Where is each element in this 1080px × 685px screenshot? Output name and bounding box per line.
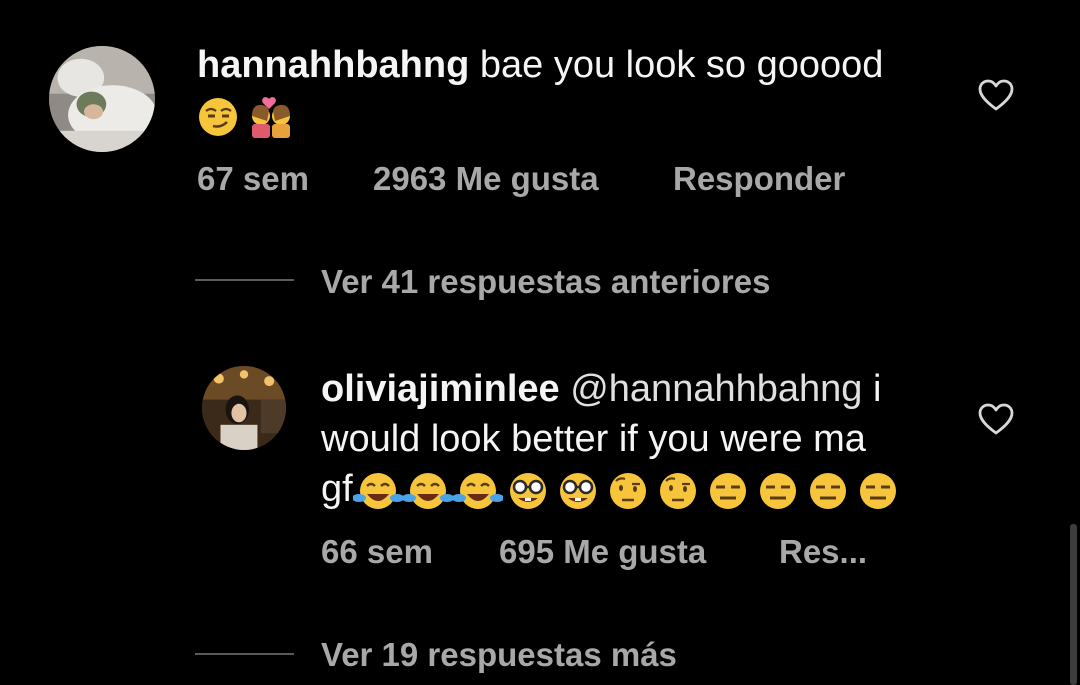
reply-emojis xyxy=(352,470,903,512)
comment-emojis xyxy=(197,96,299,138)
reply-reply-button[interactable]: Res... xyxy=(779,533,867,571)
reply-likes[interactable]: 695 Me gusta xyxy=(499,533,706,571)
kiss-couple-emoji xyxy=(252,97,290,138)
reply-like-heart-icon[interactable] xyxy=(977,402,1015,436)
view-previous-replies-link[interactable]: Ver 41 respuestas anteriores xyxy=(321,263,770,301)
nerd-face-emoji xyxy=(559,472,596,509)
reply-time: 66 sem xyxy=(321,533,433,570)
avatar-hannahhbahng[interactable] xyxy=(49,46,155,152)
avatar-image xyxy=(202,366,286,450)
like-heart-icon[interactable] xyxy=(977,78,1015,112)
smirking-face-emoji xyxy=(199,97,237,136)
reply-username[interactable]: oliviajiminlee xyxy=(321,368,560,410)
comment-text: bae you look so gooood xyxy=(479,44,884,86)
scrollbar-thumb[interactable] xyxy=(1070,524,1077,685)
expressionless-face-emoji xyxy=(709,472,746,509)
avatar-oliviajiminlee[interactable] xyxy=(202,366,286,450)
rofl-emoji xyxy=(402,472,453,509)
rofl-emoji xyxy=(352,472,403,509)
comment-body: hannahhbahng bae you look so gooood xyxy=(197,40,957,140)
expressionless-face-emoji xyxy=(809,472,846,509)
view-more-replies-link[interactable]: Ver 19 respuestas más xyxy=(321,636,677,674)
reply-mention-link[interactable]: @hannahhbahng xyxy=(570,368,862,410)
nerd-face-emoji xyxy=(509,472,546,509)
reply-text-line2: would look better if you were ma xyxy=(321,418,866,460)
comment-username[interactable]: hannahhbahng xyxy=(197,44,469,86)
reply-text-line3: gf xyxy=(321,468,353,510)
comment-time: 67 sem xyxy=(197,160,309,197)
avatar-image xyxy=(49,46,155,152)
reply-body: oliviajiminlee @hannahhbahng i would loo… xyxy=(321,364,961,514)
divider-line xyxy=(195,279,294,281)
reply-text-line1: i xyxy=(872,368,882,410)
comment-reply-button[interactable]: Responder xyxy=(673,160,845,198)
raised-eyebrow-face-emoji xyxy=(659,472,696,509)
comment-likes[interactable]: 2963 Me gusta xyxy=(373,160,599,198)
rofl-emoji xyxy=(452,472,503,509)
expressionless-face-emoji xyxy=(759,472,796,509)
raised-eyebrow-face-emoji xyxy=(609,472,646,509)
expressionless-face-emoji xyxy=(859,472,896,509)
divider-line xyxy=(195,653,294,655)
